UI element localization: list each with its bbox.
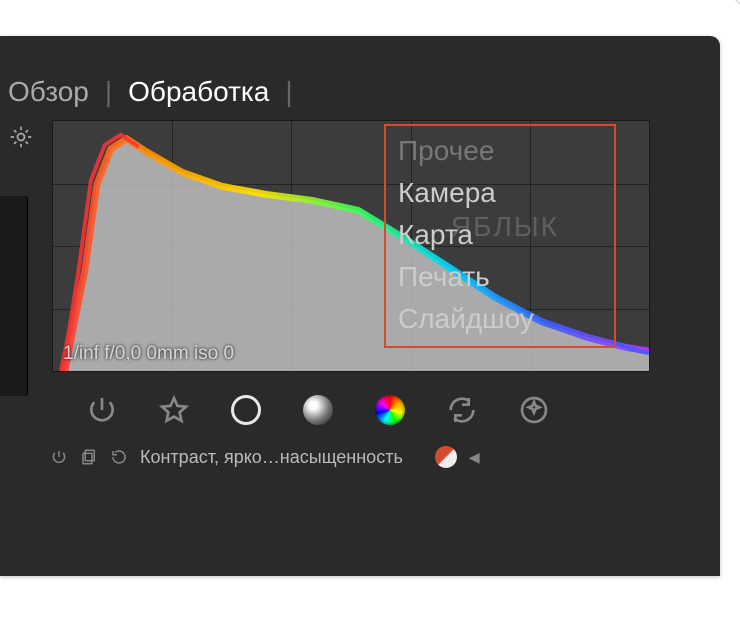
tool-row	[0, 372, 720, 442]
power-mini-icon[interactable]	[50, 448, 68, 466]
tab-process[interactable]: Обработка	[128, 76, 269, 108]
dropdown-item-slideshow[interactable]: Слайдшоу	[398, 298, 602, 340]
star-icon[interactable]	[158, 394, 190, 426]
power-icon[interactable]	[86, 394, 118, 426]
section-orb-icon[interactable]	[435, 446, 457, 468]
exif-readout: 1/inf f/0,0 0mm iso 0	[63, 343, 234, 365]
color-tool-icon[interactable]	[374, 394, 406, 426]
refresh-icon[interactable]	[446, 394, 478, 426]
reset-mini-icon[interactable]	[110, 448, 128, 466]
dropdown-item-camera[interactable]: Камера	[398, 172, 602, 214]
collapse-triangle-icon[interactable]: ◀	[469, 449, 480, 466]
separator: |	[105, 76, 112, 108]
app-panel: Обзор | Обработка |	[0, 36, 720, 576]
dropdown-header[interactable]: Прочее	[398, 130, 602, 172]
effects-icon[interactable]	[518, 394, 550, 426]
dropdown-item-print[interactable]: Печать	[398, 256, 602, 298]
tone-tool-icon[interactable]	[302, 394, 334, 426]
copy-mini-icon[interactable]	[80, 448, 98, 466]
left-panel-stub	[0, 196, 28, 396]
gear-icon[interactable]	[8, 124, 34, 155]
tab-bar: Обзор | Обработка |	[0, 36, 720, 120]
tab-overview[interactable]: Обзор	[8, 76, 89, 108]
section-footer: Контраст, ярко…насыщенность ◀	[0, 442, 720, 468]
exposure-tool-icon[interactable]	[230, 394, 262, 426]
other-dropdown: Прочее Камера Карта Печать Слайдшоу	[384, 124, 616, 348]
separator: |	[285, 76, 292, 108]
section-label: Контраст, ярко…насыщенность	[140, 447, 403, 468]
dropdown-item-map[interactable]: Карта	[398, 214, 602, 256]
